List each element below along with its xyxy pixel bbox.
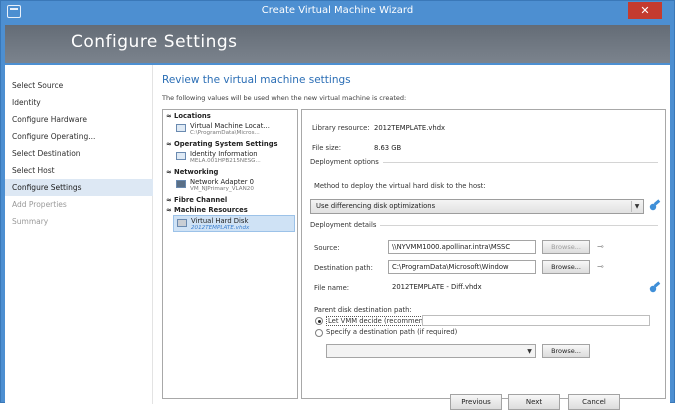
- collapse-icon: ≈: [166, 196, 172, 204]
- tree-item-name: Virtual Machine Locat...: [190, 122, 270, 130]
- tree-category-fibre-channel[interactable]: ≈ Fibre Channel: [166, 196, 227, 204]
- nav-item-configure-operating[interactable]: Configure Operating...: [5, 128, 153, 145]
- tree-category-machine-resources[interactable]: ≈ Machine Resources: [166, 206, 248, 214]
- nav-item-summary[interactable]: Summary: [5, 213, 153, 230]
- previous-button[interactable]: Previous: [450, 394, 502, 410]
- window-title: Create Virtual Machine Wizard: [261, 5, 414, 16]
- page-title: Configure Settings: [71, 32, 238, 52]
- section-heading: Review the virtual machine settings: [162, 74, 351, 86]
- collapse-icon: ≈: [166, 168, 172, 176]
- tree-item-subtitle: MELA.001HPB215NESG...: [190, 158, 261, 164]
- next-button[interactable]: Next: [508, 394, 560, 410]
- library-resource-label: Library resource:: [312, 124, 370, 132]
- collapse-icon: ≈: [166, 140, 172, 148]
- collapse-icon: ≈: [166, 206, 172, 214]
- method-label: Method to deploy the virtual hard disk t…: [314, 182, 486, 190]
- radio-vmm-decide[interactable]: [315, 317, 323, 325]
- deployment-details-label: Deployment details: [310, 221, 381, 229]
- collapse-icon: ≈: [166, 112, 172, 120]
- cancel-button[interactable]: Cancel: [568, 394, 620, 410]
- hard-disk-icon: [177, 219, 187, 227]
- wizard-body: Select Source Identity Configure Hardwar…: [5, 65, 670, 410]
- deployment-options-group: Deployment options: [310, 158, 658, 166]
- tree-category-label: Operating System Settings: [174, 140, 278, 148]
- chevron-down-icon: ▼: [527, 348, 532, 355]
- nav-item-select-host[interactable]: Select Host: [5, 162, 153, 179]
- tree-item-name: Network Adapter 0: [190, 178, 254, 186]
- nav-item-configure-settings[interactable]: Configure Settings: [5, 179, 153, 196]
- wizard-nav: Select Source Identity Configure Hardwar…: [5, 65, 153, 404]
- wizard-window: Create Virtual Machine Wizard ✕ Configur…: [0, 0, 675, 410]
- file-size-value: 8.63 GB: [374, 144, 402, 152]
- page-banner: Configure Settings: [5, 25, 670, 63]
- specify-browse-button[interactable]: Browse...: [542, 344, 590, 358]
- vmm-path-line: [422, 315, 650, 326]
- deploy-method-select[interactable]: Use differencing disk optimizations ▼: [310, 199, 644, 214]
- radio-specify-path[interactable]: [315, 329, 323, 337]
- tree-category-label: Fibre Channel: [174, 196, 228, 204]
- disconnect-icon: ⊸: [597, 262, 604, 271]
- radio-specify-path-label[interactable]: Specify a destination path (if required): [326, 328, 457, 336]
- tree-category-label: Locations: [174, 112, 211, 120]
- section-subheading: The following values will be used when t…: [162, 94, 407, 102]
- library-resource-value: 2012TEMPLATE.vhdx: [374, 124, 446, 132]
- identity-icon: [176, 152, 186, 160]
- destination-path-field[interactable]: C:\ProgramData\Microsoft\Window: [388, 260, 536, 274]
- source-browse-button[interactable]: Browse...: [542, 240, 590, 254]
- deployment-options-label: Deployment options: [310, 158, 383, 166]
- tree-item-name: Identity Information: [190, 150, 258, 158]
- nav-item-select-destination[interactable]: Select Destination: [5, 145, 153, 162]
- nav-item-select-source[interactable]: Select Source: [5, 77, 153, 94]
- tree-category-label: Machine Resources: [174, 206, 248, 214]
- tree-item-subtitle: C:\ProgramData\Micros...: [190, 130, 260, 136]
- tree-item-network-adapter[interactable]: Network Adapter 0 VM_NJPrimary_VLAN20: [173, 177, 295, 194]
- tree-item-subtitle: 2012TEMPLATE.vhdx: [191, 225, 250, 231]
- nav-item-add-properties[interactable]: Add Properties: [5, 196, 153, 213]
- settings-icon[interactable]: [648, 281, 661, 294]
- network-adapter-icon: [176, 180, 186, 188]
- details-panel: Library resource: 2012TEMPLATE.vhdx File…: [301, 109, 666, 399]
- source-field[interactable]: \\NYVMM1000.apollinar.intra\MSSC: [388, 240, 536, 254]
- specify-path-select[interactable]: [326, 344, 536, 358]
- tree-category-networking[interactable]: ≈ Networking: [166, 168, 218, 176]
- tree-item-identity[interactable]: Identity Information MELA.001HPB215NESG.…: [173, 149, 295, 166]
- tree-item-virtual-hard-disk[interactable]: Virtual Hard Disk 2012TEMPLATE.vhdx: [173, 215, 295, 232]
- settings-tree[interactable]: ≈ Locations Virtual Machine Locat... C:\P…: [162, 109, 298, 399]
- nav-item-identity[interactable]: Identity: [5, 94, 153, 111]
- folder-icon: [176, 124, 186, 132]
- title-bar[interactable]: Create Virtual Machine Wizard ✕: [1, 1, 674, 23]
- chevron-down-icon: ▼: [631, 201, 642, 212]
- settings-icon[interactable]: [648, 199, 661, 212]
- destination-browse-button[interactable]: Browse...: [542, 260, 590, 274]
- destination-path-label: Destination path:: [314, 264, 373, 272]
- disconnect-icon: ⊸: [597, 242, 604, 251]
- source-label: Source:: [314, 244, 340, 252]
- parent-disk-label: Parent disk destination path:: [314, 306, 412, 314]
- file-size-label: File size:: [312, 144, 342, 152]
- tree-category-locations[interactable]: ≈ Locations: [166, 112, 211, 120]
- deployment-details-group: Deployment details: [310, 221, 658, 229]
- tree-item-name: Virtual Hard Disk: [191, 217, 249, 225]
- file-name-label: File name:: [314, 284, 350, 292]
- close-button[interactable]: ✕: [628, 2, 662, 19]
- nav-item-configure-hardware[interactable]: Configure Hardware: [5, 111, 153, 128]
- deploy-method-value: Use differencing disk optimizations: [316, 202, 436, 210]
- tree-item-subtitle: VM_NJPrimary_VLAN20: [190, 186, 254, 192]
- tree-item-vm-location[interactable]: Virtual Machine Locat... C:\ProgramData\…: [173, 121, 295, 138]
- tree-category-label: Networking: [174, 168, 219, 176]
- tree-category-os-settings[interactable]: ≈ Operating System Settings: [166, 140, 278, 148]
- file-name-field[interactable]: 2012TEMPLATE - Diff.vhdx: [388, 280, 590, 294]
